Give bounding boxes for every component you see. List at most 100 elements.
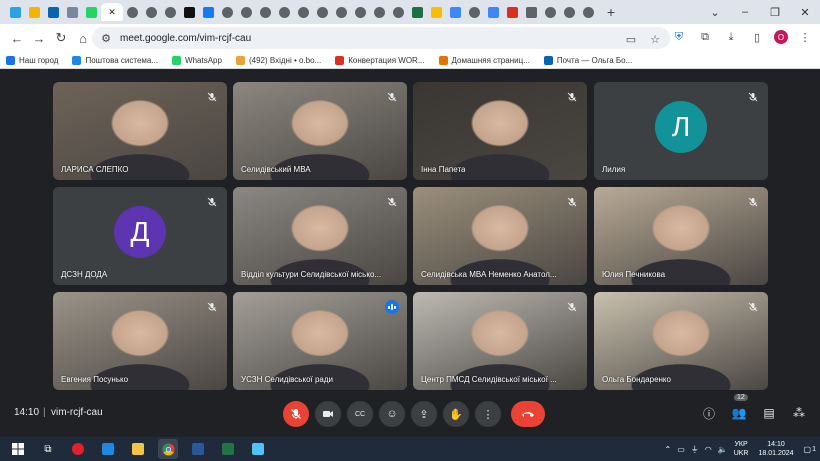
usb-icon[interactable]: ⏚ <box>691 444 699 455</box>
menu-icon[interactable]: ⋮ <box>796 28 814 46</box>
people-icon[interactable]: 👥 12 <box>730 394 748 422</box>
browser-tab[interactable] <box>503 3 522 21</box>
notifications-icon[interactable]: ▢ 1 <box>804 445 816 454</box>
browser-tab[interactable] <box>446 3 465 21</box>
bookmark-star-icon[interactable]: ☆ <box>646 30 664 48</box>
sidepanel-icon[interactable]: ▯ <box>748 28 766 46</box>
extensions-icon[interactable]: ⧉ <box>696 28 714 46</box>
chevron-up-icon[interactable]: ⌃ <box>664 445 671 454</box>
forward-icon[interactable]: → <box>28 27 50 49</box>
raise-hand-icon[interactable]: ✋ <box>443 401 469 427</box>
restore-icon[interactable]: ❐ <box>760 0 790 24</box>
camera-off-icon[interactable] <box>315 401 341 427</box>
browser-tab[interactable] <box>579 3 598 21</box>
hangup-button[interactable] <box>511 401 545 427</box>
browser-tab[interactable] <box>44 3 63 21</box>
mic-off-icon[interactable] <box>283 401 309 427</box>
wifi-icon[interactable]: ◠ <box>705 445 712 454</box>
word-icon[interactable] <box>188 439 208 459</box>
participant-tile[interactable]: Ольга Бондаренко <box>594 292 768 390</box>
browser-tab[interactable] <box>522 3 541 21</box>
participant-tile[interactable]: Центр ПМСД Селидівської міської ... <box>413 292 587 390</box>
opera-icon[interactable] <box>68 439 88 459</box>
browser-tab[interactable] <box>370 3 389 21</box>
reload-icon[interactable]: ↻ <box>50 27 72 49</box>
bookmark-item[interactable]: (492) Вхідні • о.bo... <box>235 55 321 65</box>
bookmark-item[interactable]: Почта — Ольга Бо... <box>543 55 632 65</box>
close-window-icon[interactable]: ✕ <box>790 0 820 24</box>
browser-tab[interactable] <box>541 3 560 21</box>
emoji-icon[interactable]: ☺ <box>379 401 405 427</box>
volume-icon[interactable]: 🔈 <box>718 445 728 454</box>
new-tab-icon[interactable]: + <box>602 3 620 21</box>
browser-tab[interactable] <box>142 3 161 21</box>
browser-tab[interactable] <box>332 3 351 21</box>
info-icon[interactable]: ⓘ <box>700 404 718 422</box>
network-icon[interactable]: ▭ <box>677 445 685 454</box>
file-explorer-icon[interactable] <box>128 439 148 459</box>
browser-tab[interactable] <box>82 3 101 21</box>
browser-tab[interactable] <box>237 3 256 21</box>
browser-tab[interactable] <box>161 3 180 21</box>
bookmark-item[interactable]: Наш город <box>6 55 58 65</box>
windows-start-icon[interactable] <box>8 439 28 459</box>
excel-icon[interactable] <box>218 439 238 459</box>
participant-tile[interactable]: Евгения Посунько <box>53 292 227 390</box>
browser-tab[interactable] <box>313 3 332 21</box>
browser-tab[interactable] <box>351 3 370 21</box>
present-screen-icon[interactable]: ⇪ <box>411 401 437 427</box>
clock[interactable]: 14:10 18.01.2024 <box>758 440 793 458</box>
browser-tab[interactable] <box>427 3 446 21</box>
participant-tile[interactable]: Юлия Печникова <box>594 187 768 285</box>
participant-tile[interactable]: Відділ культури Селидівської місько... <box>233 187 407 285</box>
language-indicator[interactable]: УКР UKR <box>734 440 749 458</box>
browser-tab[interactable] <box>218 3 237 21</box>
address-bar[interactable]: ⚙ meet.google.com/vim-rcjf-cau ▭ ☆ <box>92 27 670 49</box>
participant-tile[interactable]: УСЗН Селидівської ради <box>233 292 407 390</box>
participant-tile[interactable]: Л Лилия <box>594 82 768 180</box>
system-tray: ⌃ ▭ ⏚ ◠ 🔈 УКР UKR 14:10 18.01.2024 ▢ 1 <box>664 437 820 461</box>
chrome-icon[interactable] <box>158 439 178 459</box>
browser-tab[interactable] <box>199 3 218 21</box>
site-info-icon[interactable]: ⚙ <box>100 29 112 47</box>
url-text[interactable]: meet.google.com/vim-rcjf-cau <box>120 33 251 44</box>
browser-tab[interactable] <box>389 3 408 21</box>
browser-tab[interactable] <box>123 3 142 21</box>
browser-tab[interactable] <box>560 3 579 21</box>
chat-icon[interactable]: ▤ <box>760 404 778 422</box>
more-options-icon[interactable]: ⋮ <box>475 401 501 427</box>
browser-tab[interactable] <box>484 3 503 21</box>
home-icon[interactable]: ⌂ <box>72 27 94 49</box>
browser-tab[interactable] <box>408 3 427 21</box>
minimize-icon[interactable]: – <box>730 0 760 24</box>
download-icon[interactable]: ⤓ <box>722 28 740 46</box>
bookmark-item[interactable]: Домашняя страниц... <box>438 55 530 65</box>
notepad-icon[interactable] <box>248 439 268 459</box>
bookmark-item[interactable]: WhatsApp <box>172 55 222 65</box>
task-view-icon[interactable]: ⧉ <box>38 439 58 459</box>
participant-tile[interactable]: Селидівська МВА Неменко Анатол... <box>413 187 587 285</box>
browser-tab[interactable] <box>465 3 484 21</box>
camera-icon[interactable]: ▭ <box>622 30 640 48</box>
bookmark-item[interactable]: Конвертация WOR... <box>335 55 425 65</box>
participant-tile[interactable]: ЛАРИСА СЛЕПКО <box>53 82 227 180</box>
mail-icon[interactable] <box>98 439 118 459</box>
back-icon[interactable]: ← <box>6 27 28 49</box>
browser-tab[interactable]: ✕ <box>101 3 123 21</box>
participant-tile[interactable]: Селидівський МВА <box>233 82 407 180</box>
browser-tab[interactable] <box>180 3 199 21</box>
activities-icon[interactable]: ⁂ <box>790 404 808 422</box>
browser-tab[interactable] <box>25 3 44 21</box>
participant-tile[interactable]: Інна Папета <box>413 82 587 180</box>
shield-icon[interactable]: ⛨ <box>670 28 688 46</box>
browser-tab[interactable] <box>6 3 25 21</box>
browser-tab[interactable] <box>294 3 313 21</box>
browser-tab[interactable] <box>63 3 82 21</box>
chevron-down-icon[interactable]: ⌄ <box>700 0 730 24</box>
captions-icon[interactable]: CC <box>347 401 373 427</box>
browser-tab[interactable] <box>275 3 294 21</box>
participant-tile[interactable]: Д ДСЗН ДОДА <box>53 187 227 285</box>
bookmark-item[interactable]: Поштова система... <box>72 55 158 65</box>
browser-tab[interactable] <box>256 3 275 21</box>
profile-avatar[interactable]: O <box>774 30 788 44</box>
